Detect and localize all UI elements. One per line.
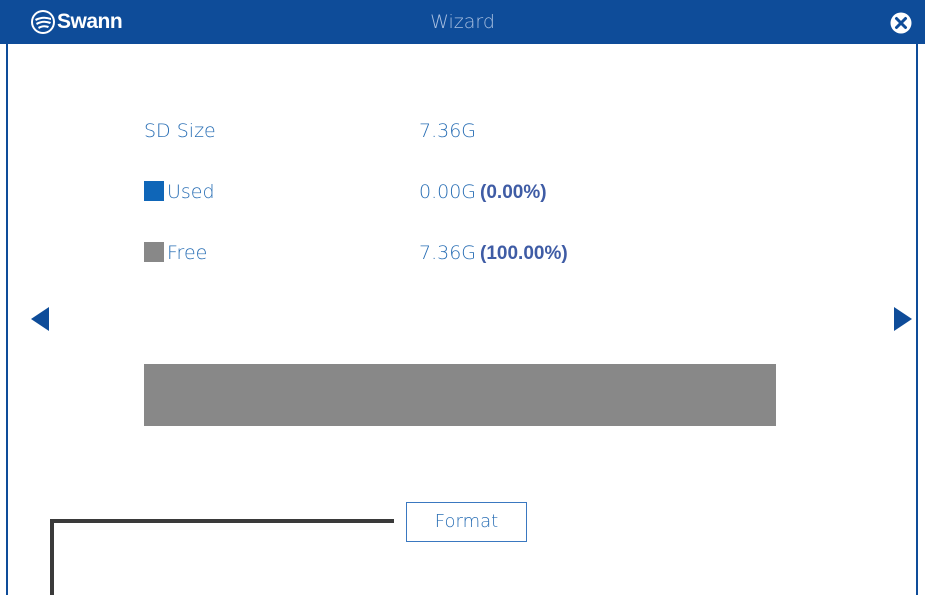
close-icon[interactable] <box>890 12 912 34</box>
callout-line-vertical <box>50 519 54 595</box>
arrow-left-icon[interactable] <box>31 307 49 331</box>
format-button[interactable]: Format <box>406 502 527 542</box>
sd-size-label: SD Size <box>144 120 216 142</box>
used-label: Used <box>167 181 215 203</box>
free-value-row: 7.36G (100.00%) <box>419 242 568 265</box>
window-title: Wizard <box>430 11 495 33</box>
used-row: Used <box>144 181 215 203</box>
used-percent: (0.00%) <box>480 182 547 203</box>
free-value: 7.36G <box>419 242 477 264</box>
storage-usage-bar <box>144 364 776 426</box>
callout-line-horizontal <box>50 519 394 523</box>
free-swatch <box>144 242 164 262</box>
used-value: 0.00G <box>419 181 477 203</box>
window-border-right <box>916 44 918 595</box>
wizard-window: Swann Wizard SD Size 7.36G Used 0.00G (0.… <box>0 0 925 595</box>
free-percent: (100.00%) <box>480 243 568 264</box>
arrow-right-icon[interactable] <box>894 307 912 331</box>
free-label: Free <box>167 242 208 264</box>
used-value-row: 0.00G (0.00%) <box>419 181 547 204</box>
used-swatch <box>144 181 164 201</box>
title-bar: Swann Wizard <box>0 0 925 44</box>
window-border-left <box>6 44 8 595</box>
free-row: Free <box>144 242 207 264</box>
sd-size-value: 7.36G <box>419 120 477 142</box>
